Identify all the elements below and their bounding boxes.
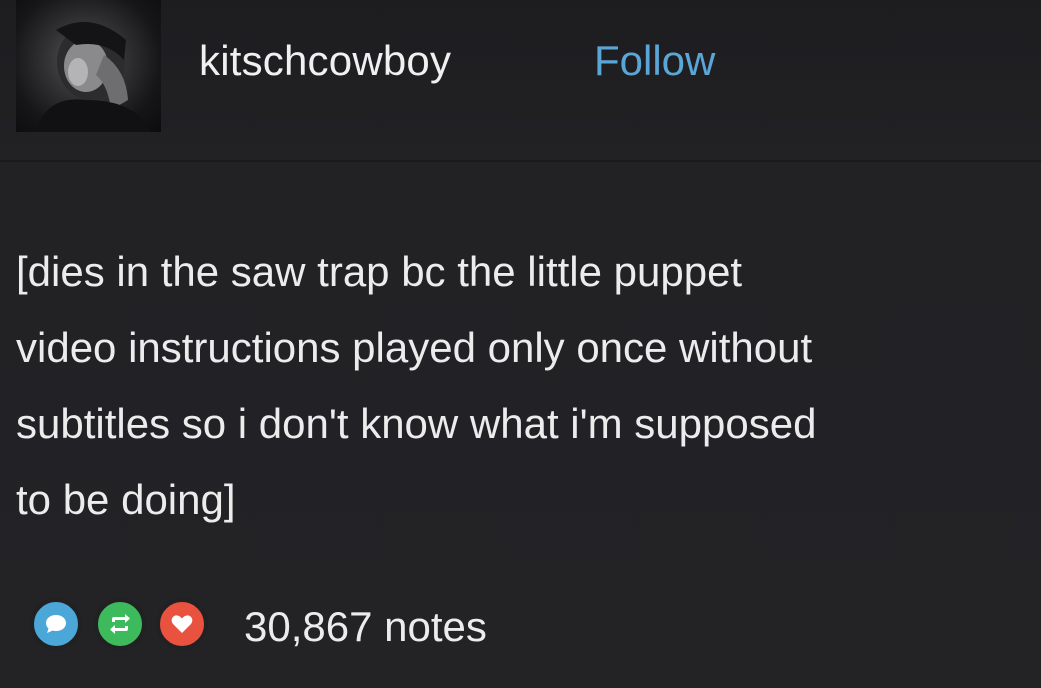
header-divider <box>0 160 1041 162</box>
post-body-line: to be doing] <box>16 476 236 523</box>
post-body-line: [dies in the saw trap bc the little pupp… <box>16 248 743 295</box>
note-icons <box>22 596 212 658</box>
reblog-icon <box>94 598 146 650</box>
post-body-line: video instructions played only once with… <box>16 324 813 371</box>
post-footer: 30,867 notes <box>22 596 1022 658</box>
reply-icon <box>30 598 82 650</box>
follow-button[interactable]: Follow <box>594 36 715 86</box>
avatar-photo-icon <box>36 22 151 132</box>
post-body: [dies in the saw trap bc the little pupp… <box>16 234 1041 538</box>
post-body-line: subtitles so i don't know what i'm suppo… <box>16 400 817 447</box>
avatar[interactable] <box>16 0 161 132</box>
like-icon <box>156 598 208 650</box>
username[interactable]: kitschcowboy <box>199 36 451 86</box>
post-card: kitschcowboy Follow [dies in the saw tra… <box>0 0 1041 688</box>
post-header: kitschcowboy Follow <box>16 0 1026 132</box>
notes-count[interactable]: 30,867 notes <box>244 602 487 652</box>
